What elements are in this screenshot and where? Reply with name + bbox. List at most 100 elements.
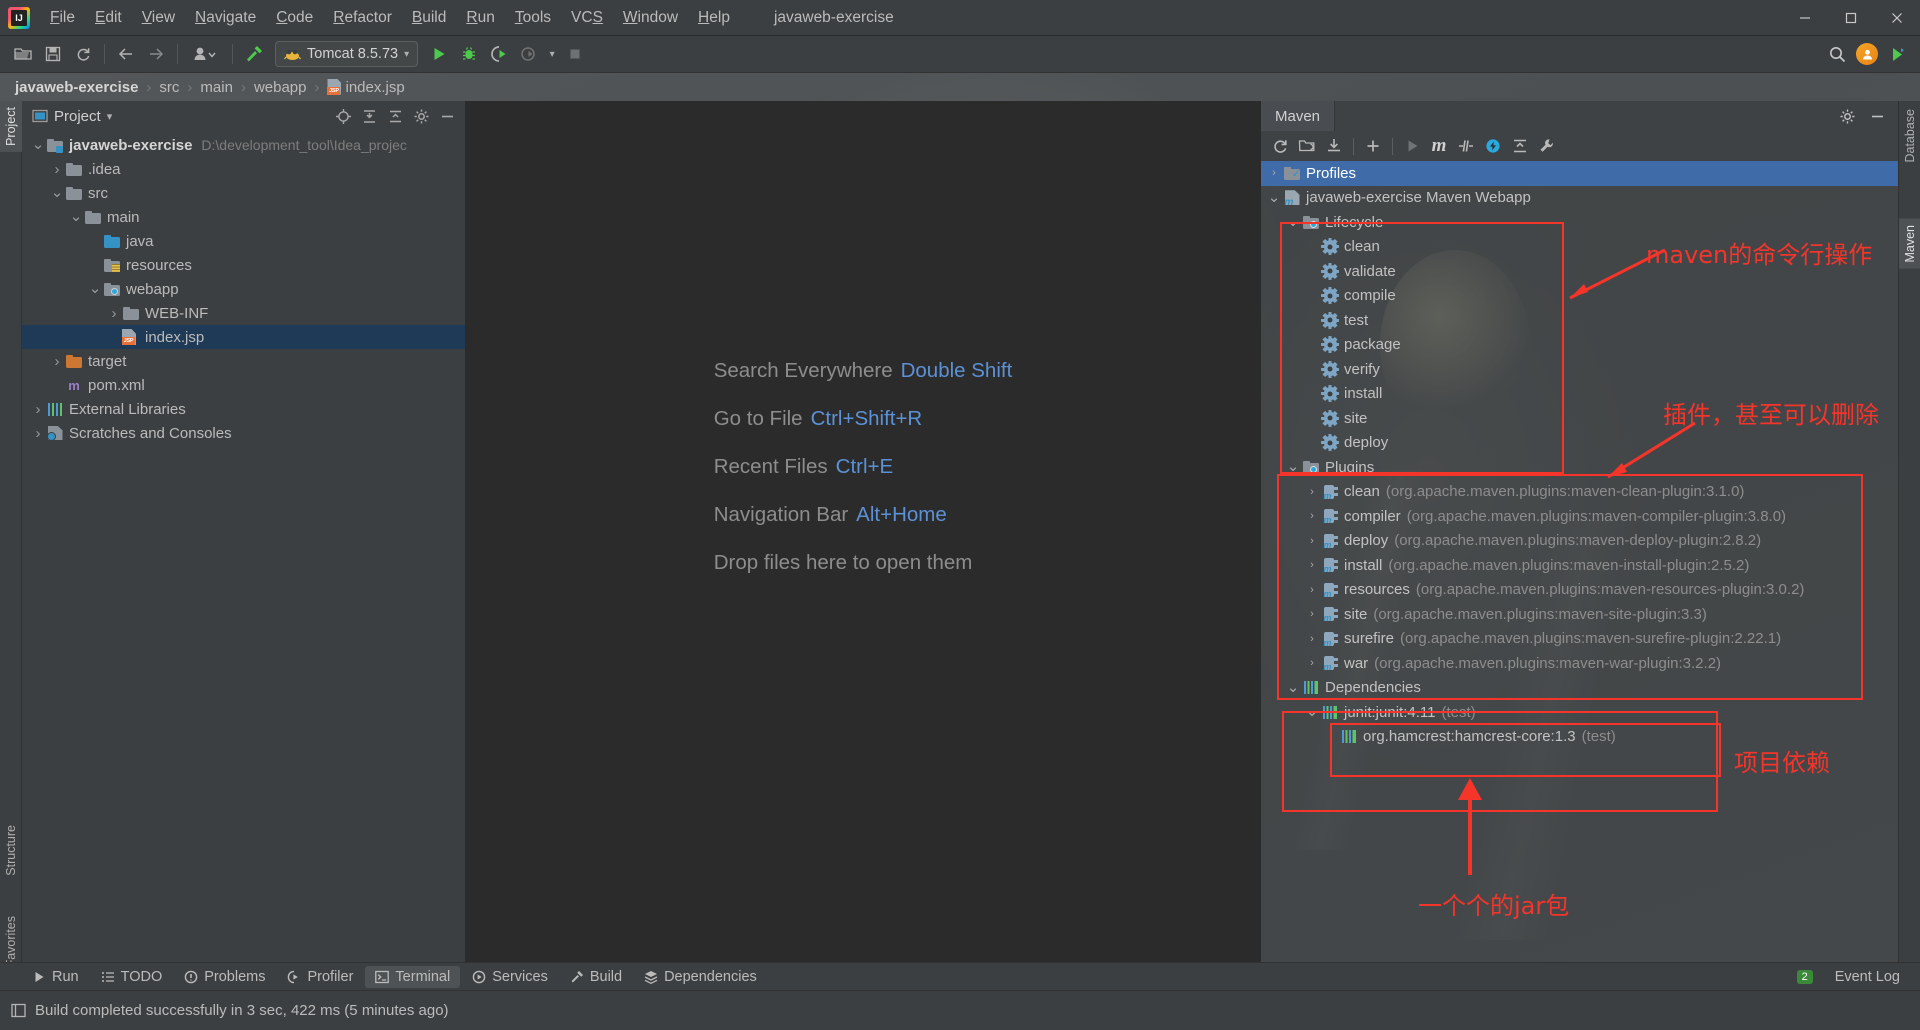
menu-item-refactor[interactable]: Refactor bbox=[323, 4, 402, 32]
user-profile-icon[interactable] bbox=[184, 40, 226, 68]
sidebar-item-maven[interactable]: Maven bbox=[1899, 219, 1920, 269]
toggle-skip-tests-icon[interactable] bbox=[1453, 134, 1479, 158]
chevron-down-icon[interactable]: ▾ bbox=[107, 110, 113, 123]
tool-window-button-terminal[interactable]: Terminal bbox=[365, 965, 461, 988]
chevron-down-icon[interactable]: ⌄ bbox=[30, 137, 46, 152]
search-icon[interactable] bbox=[1822, 40, 1852, 68]
maven-plugin-deploy[interactable]: › m deploy (org.apache.maven.plugins:maven-… bbox=[1261, 529, 1898, 554]
maven-settings-icon[interactable] bbox=[1534, 134, 1560, 158]
run-icon[interactable] bbox=[1399, 134, 1425, 158]
tool-window-button-problems[interactable]: Problems bbox=[174, 966, 275, 988]
close-button[interactable] bbox=[1874, 0, 1920, 36]
maven-plugin-clean[interactable]: › m clean (org.apache.maven.plugins:maven-c… bbox=[1261, 480, 1898, 505]
menu-item-code[interactable]: Code bbox=[266, 4, 323, 32]
chevron-right-icon[interactable]: › bbox=[1303, 633, 1321, 645]
chevron-right-icon[interactable]: › bbox=[30, 425, 46, 442]
chevron-right-icon[interactable]: › bbox=[1303, 510, 1321, 522]
breadcrumb-item-javaweb-exercise[interactable]: javaweb-exercise bbox=[12, 78, 141, 97]
maven-plugin-site[interactable]: › m site (org.apache.maven.plugins:maven-si… bbox=[1261, 602, 1898, 627]
maven-goal-package[interactable]: package bbox=[1261, 333, 1898, 358]
toggle-offline-mode-icon[interactable] bbox=[1480, 134, 1506, 158]
tool-window-button-run[interactable]: Run bbox=[22, 966, 89, 988]
project-tree-row[interactable]: resources bbox=[22, 253, 465, 277]
chevron-right-icon[interactable]: › bbox=[1265, 167, 1283, 179]
hide-panel-icon[interactable] bbox=[1864, 104, 1890, 128]
tool-window-button-services[interactable]: Services bbox=[462, 966, 558, 988]
project-tree-row[interactable]: JSP index.jsp bbox=[22, 325, 465, 349]
save-icon[interactable] bbox=[38, 40, 68, 68]
download-sources-icon[interactable] bbox=[1321, 134, 1347, 158]
add-icon[interactable] bbox=[1360, 134, 1386, 158]
menu-item-vcs[interactable]: VCS bbox=[561, 4, 613, 32]
project-tree-row[interactable]: › WEB-INF bbox=[22, 301, 465, 325]
project-tree-row[interactable]: ⌄ main bbox=[22, 205, 465, 229]
project-tree-row[interactable]: › Scratches and Consoles bbox=[22, 421, 465, 445]
chevron-right-icon[interactable]: › bbox=[1303, 486, 1321, 498]
project-tree-row[interactable]: › .idea bbox=[22, 157, 465, 181]
menu-item-build[interactable]: Build bbox=[402, 4, 456, 32]
chevron-down-icon[interactable]: ⌄ bbox=[1284, 680, 1302, 695]
project-tree-row[interactable]: › target bbox=[22, 349, 465, 373]
menu-item-help[interactable]: Help bbox=[688, 4, 740, 32]
tool-window-button-dependencies[interactable]: Dependencies bbox=[634, 966, 767, 988]
maven-goal-verify[interactable]: verify bbox=[1261, 357, 1898, 382]
breadcrumb-item-main[interactable]: main bbox=[197, 78, 236, 97]
project-tree-row[interactable]: › External Libraries bbox=[22, 397, 465, 421]
menu-item-window[interactable]: Window bbox=[613, 4, 688, 32]
maven-goal-test[interactable]: test bbox=[1261, 308, 1898, 333]
maven-node-profiles[interactable]: › ✓ Profiles bbox=[1261, 161, 1898, 186]
menu-item-file[interactable]: File bbox=[40, 4, 85, 32]
chevron-down-icon[interactable]: ⌄ bbox=[1303, 704, 1321, 719]
maven-goal-compile[interactable]: compile bbox=[1261, 284, 1898, 309]
maven-node-lifecycle[interactable]: ⌄ Lifecycle bbox=[1261, 210, 1898, 235]
reload-all-projects-icon[interactable] bbox=[1267, 134, 1293, 158]
chevron-right-icon[interactable]: › bbox=[49, 161, 65, 178]
stop-icon[interactable] bbox=[560, 40, 590, 68]
editor-empty-area[interactable]: Search Everywhere Double Shift Go to File C… bbox=[465, 101, 1261, 978]
tab-maven[interactable]: Maven bbox=[1261, 101, 1336, 131]
tool-window-button-todo[interactable]: TODO bbox=[91, 966, 173, 988]
sidebar-item-structure[interactable]: Structure bbox=[0, 819, 22, 882]
project-tree-row[interactable]: java bbox=[22, 229, 465, 253]
settings-gear-icon[interactable] bbox=[1834, 104, 1860, 128]
tool-window-button-build[interactable]: Build bbox=[560, 966, 632, 988]
chevron-down-icon[interactable]: ⌄ bbox=[1284, 214, 1302, 229]
ide-updates-icon[interactable] bbox=[1882, 40, 1912, 68]
sync-icon[interactable] bbox=[68, 40, 98, 68]
maven-node-plugins[interactable]: ⌄ Plugins bbox=[1261, 455, 1898, 480]
run-with-coverage-icon[interactable] bbox=[484, 40, 514, 68]
profiler-run-icon[interactable] bbox=[514, 40, 544, 68]
chevron-down-icon[interactable]: ⌄ bbox=[49, 185, 65, 200]
add-maven-project-icon[interactable] bbox=[1294, 134, 1320, 158]
back-arrow-icon[interactable] bbox=[111, 40, 141, 68]
chevron-down-icon[interactable]: ⌄ bbox=[1265, 190, 1283, 205]
chevron-right-icon[interactable]: › bbox=[1303, 608, 1321, 620]
menu-item-tools[interactable]: Tools bbox=[505, 4, 561, 32]
settings-gear-icon[interactable] bbox=[409, 105, 433, 127]
menu-item-view[interactable]: View bbox=[132, 4, 185, 32]
maven-node-dependencies[interactable]: ⌄ Dependencies bbox=[1261, 676, 1898, 701]
build-hammer-icon[interactable] bbox=[239, 40, 269, 68]
chevron-right-icon[interactable]: › bbox=[49, 353, 65, 370]
project-tree-row[interactable]: ⌄ javaweb-exercise D:\development_tool\Ide… bbox=[22, 133, 465, 157]
chevron-right-icon[interactable]: › bbox=[1303, 559, 1321, 571]
maven-goal-deploy[interactable]: deploy bbox=[1261, 431, 1898, 456]
chevron-right-icon[interactable]: › bbox=[106, 305, 122, 322]
locate-icon[interactable] bbox=[331, 105, 355, 127]
maximize-button[interactable] bbox=[1828, 0, 1874, 36]
project-tree-row[interactable]: ⌄ src bbox=[22, 181, 465, 205]
maven-node-project[interactable]: ⌄ m javaweb-exercise Maven Webapp bbox=[1261, 186, 1898, 211]
open-folder-icon[interactable] bbox=[8, 40, 38, 68]
chevron-down-icon[interactable]: ▾ bbox=[404, 49, 409, 60]
collapse-all-icon[interactable] bbox=[1507, 134, 1533, 158]
maven-dependency-0[interactable]: ⌄ junit:junit:4.11 (test) bbox=[1261, 700, 1898, 725]
sidebar-item-project[interactable]: Project bbox=[0, 101, 22, 152]
maven-plugin-war[interactable]: › m war (org.apache.maven.plugins:maven-war… bbox=[1261, 651, 1898, 676]
maven-plugin-surefire[interactable]: › m surefire (org.apache.maven.plugins:mave… bbox=[1261, 627, 1898, 652]
chevron-right-icon[interactable]: › bbox=[1303, 535, 1321, 547]
chevron-right-icon[interactable]: › bbox=[1303, 584, 1321, 596]
sidebar-item-database[interactable]: Database bbox=[1899, 103, 1920, 169]
chevron-down-icon[interactable]: ⌄ bbox=[1284, 459, 1302, 474]
execute-maven-goal-icon[interactable]: m bbox=[1426, 134, 1452, 158]
maven-plugin-compiler[interactable]: › m compiler (org.apache.maven.plugins:mave… bbox=[1261, 504, 1898, 529]
